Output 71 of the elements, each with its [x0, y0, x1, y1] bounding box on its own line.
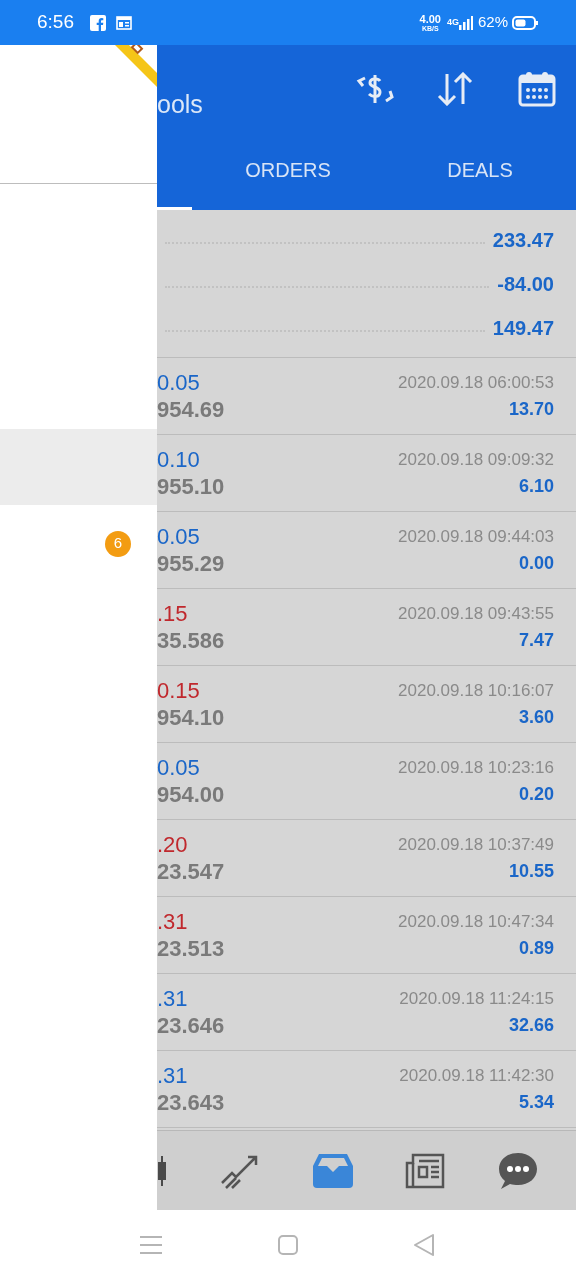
- deal-price: 954.69: [157, 396, 225, 423]
- deal-time: 2020.09.18 10:37:49: [398, 834, 554, 856]
- calendar-icon[interactable]: [518, 71, 556, 107]
- app-bar-title: ools: [157, 89, 203, 121]
- deal-volume: .31: [157, 985, 189, 1012]
- deal-profit: 0.89: [518, 937, 554, 960]
- battery-level: 62%: [477, 12, 508, 33]
- candlestick-icon[interactable]: [157, 1155, 167, 1186]
- deal-row[interactable]: .31 23.646 2020.09.18 11:24:15 32.66: [157, 974, 576, 1051]
- deal-time: 2020.09.18 10:16:07: [398, 680, 554, 702]
- deal-volume: 0.15: [157, 677, 201, 704]
- sort-arrows-icon[interactable]: [436, 72, 474, 106]
- deal-volume: .31: [157, 908, 189, 935]
- deal-price: 955.10: [157, 473, 225, 500]
- chat-icon[interactable]: [498, 1151, 538, 1190]
- deal-row[interactable]: 0.10 955.10 2020.09.18 09:09:32 6.10: [157, 435, 576, 512]
- deal-profit: 0.00: [518, 552, 554, 575]
- facebook-icon: [90, 14, 106, 31]
- battery-icon: [512, 15, 539, 30]
- count-badge: 6: [105, 530, 131, 557]
- deal-profit: 7.47: [518, 629, 554, 652]
- deal-price: 23.643: [157, 1089, 225, 1116]
- deal-time: 2020.09.18 11:42:30: [399, 1065, 554, 1087]
- summary-value: 149.47: [492, 315, 554, 341]
- network-speed: 4.00: [419, 13, 441, 25]
- deal-time: 2020.09.18 10:47:34: [398, 911, 554, 933]
- deal-profit: 0.20: [518, 783, 554, 806]
- summary-value: 233.47: [492, 227, 554, 253]
- news-icon: [116, 15, 132, 30]
- deal-volume: 0.05: [157, 754, 201, 781]
- deal-profit: 32.66: [508, 1014, 554, 1037]
- deal-time: 2020.09.18 09:44:03: [398, 526, 554, 548]
- deal-volume: .15: [157, 600, 189, 627]
- network-type: 4G: [446, 15, 459, 29]
- inbox-icon[interactable]: [312, 1153, 353, 1188]
- deal-row[interactable]: 0.05 955.29 2020.09.18 09:44:03 0.00: [157, 512, 576, 589]
- deal-volume: .20: [157, 831, 189, 858]
- clock-time: 6:56: [37, 10, 74, 35]
- deal-price: 954.00: [157, 781, 225, 808]
- deal-row[interactable]: .31 23.643 2020.09.18 11:42:30 5.34: [157, 1051, 576, 1128]
- deal-row[interactable]: 0.15 954.10 2020.09.18 10:16:07 3.60: [157, 666, 576, 743]
- deal-profit: 6.10: [518, 475, 554, 498]
- deal-volume: .31: [157, 1062, 189, 1089]
- deal-price: 954.10: [157, 704, 225, 731]
- deal-price: 23.547: [157, 858, 225, 885]
- tab[interactable]: ORDERS: [192, 133, 384, 210]
- deal-volume: 0.05: [157, 523, 201, 550]
- summary-value: -84.00: [497, 271, 554, 297]
- deal-time: 2020.09.18 09:09:32: [398, 449, 554, 471]
- deal-time: 2020.09.18 09:43:55: [398, 603, 554, 625]
- deal-profit: 3.60: [518, 706, 554, 729]
- deal-row[interactable]: .31 23.513 2020.09.18 10:47:34 0.89: [157, 897, 576, 974]
- deal-price: 23.646: [157, 1012, 225, 1039]
- deal-price: 955.29: [157, 550, 225, 577]
- deal-volume: 0.10: [157, 446, 201, 473]
- deal-time: 2020.09.18 06:00:53: [398, 372, 554, 394]
- deal-row[interactable]: .20 23.547 2020.09.18 10:37:49 10.55: [157, 820, 576, 897]
- deal-profit: 10.55: [508, 860, 554, 883]
- deal-price: 35.586: [157, 627, 225, 654]
- signal-icon: [458, 15, 473, 30]
- deal-volume: 0.05: [157, 369, 201, 396]
- deal-profit: 5.34: [518, 1091, 554, 1114]
- deal-row[interactable]: 0.05 954.69 2020.09.18 06:00:53 13.70: [157, 358, 576, 435]
- deal-profit: 13.70: [508, 398, 554, 421]
- deal-price: 23.513: [157, 935, 225, 962]
- deal-row[interactable]: .15 35.586 2020.09.18 09:43:55 7.47: [157, 589, 576, 666]
- deal-time: 2020.09.18 10:23:16: [398, 757, 554, 779]
- deal-row[interactable]: 0.05 954.00 2020.09.18 10:23:16 0.20: [157, 743, 576, 820]
- deal-time: 2020.09.18 11:24:15: [399, 988, 554, 1010]
- newspaper-icon[interactable]: [405, 1152, 446, 1189]
- tab[interactable]: DEALS: [384, 133, 576, 210]
